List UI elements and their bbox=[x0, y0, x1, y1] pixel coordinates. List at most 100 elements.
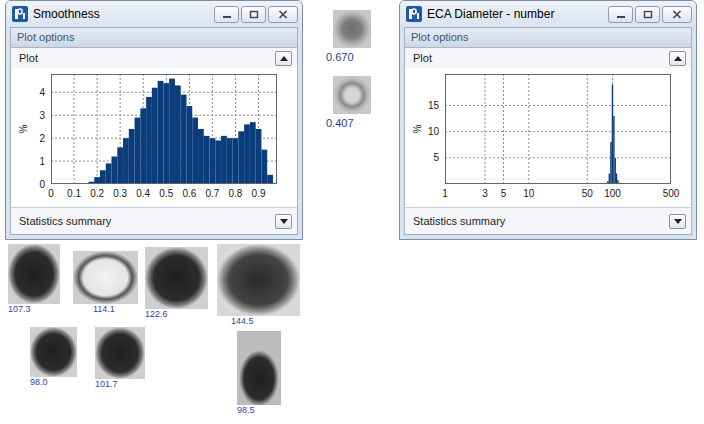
histogram-bar bbox=[129, 129, 135, 184]
grid-line bbox=[612, 74, 613, 184]
maximize-button[interactable] bbox=[635, 6, 660, 23]
thumbnail-value: 0.670 bbox=[326, 50, 373, 64]
x-tick-label: 0.7 bbox=[205, 188, 219, 199]
particle-image[interactable]: 98.5 bbox=[237, 331, 281, 416]
app-logo-icon bbox=[406, 6, 422, 22]
y-tick-label: 1 bbox=[39, 156, 45, 167]
window-controls bbox=[608, 6, 692, 23]
histogram-bar bbox=[192, 118, 198, 184]
histogram-bar bbox=[181, 95, 187, 184]
plot-options-bar[interactable]: Plot options bbox=[11, 28, 297, 48]
logo-ground bbox=[12, 6, 28, 22]
chart-window: SmoothnessPlot optionsPlot0123400.10.20.… bbox=[5, 0, 303, 240]
chart-window: ECA Diameter - number Plot options Plot 5 10… bbox=[399, 0, 697, 240]
close-button[interactable] bbox=[268, 6, 298, 23]
histogram-bar bbox=[210, 138, 216, 184]
histogram-bar bbox=[100, 170, 106, 184]
grid-line bbox=[445, 157, 671, 158]
y-tick-label: 0 bbox=[39, 179, 45, 190]
close-button[interactable] bbox=[662, 6, 692, 23]
particle-thumbnail[interactable] bbox=[333, 76, 371, 114]
histogram-bar bbox=[112, 157, 118, 185]
histogram-bar bbox=[613, 116, 614, 184]
histogram-bar bbox=[186, 106, 192, 184]
x-tick-label: 0.1 bbox=[67, 188, 81, 199]
plot-area bbox=[51, 74, 277, 184]
title-bar[interactable]: ECA Diameter - number bbox=[400, 1, 696, 27]
plot-options-bar[interactable]: Plot options bbox=[405, 28, 691, 48]
histogram-bar bbox=[616, 174, 617, 184]
y-tick-label: 3 bbox=[39, 110, 45, 121]
histogram-bar bbox=[233, 138, 239, 184]
histogram-bar bbox=[117, 147, 123, 184]
histogram-bar bbox=[609, 174, 611, 184]
histogram-bar bbox=[146, 97, 152, 184]
particle-image[interactable]: 98.0 bbox=[30, 327, 77, 388]
close-stroke bbox=[280, 11, 287, 18]
histogram-bar bbox=[152, 88, 158, 184]
gallery-row: 107.3 114.1 122.6144.5 bbox=[5, 244, 303, 327]
right-column: ECA Diameter - number Plot options Plot 5 10… bbox=[399, 0, 697, 240]
particle-thumbnail[interactable] bbox=[333, 10, 371, 48]
y-axis-label: % bbox=[412, 124, 423, 133]
particle-value: 107.3 bbox=[8, 304, 60, 315]
logo-loop bbox=[412, 9, 416, 14]
gallery-row: 98.0 101.7 98.5 bbox=[5, 327, 303, 416]
logo-stem bbox=[23, 13, 25, 19]
particle-image[interactable]: 101.7 bbox=[95, 327, 145, 390]
particle-photo bbox=[73, 251, 138, 304]
desktop: SmoothnessPlot optionsPlot0123400.10.20.… bbox=[0, 0, 704, 416]
logo-ground bbox=[406, 6, 422, 22]
section-label: Statistics summary bbox=[413, 213, 505, 230]
x-tick-label: 0.4 bbox=[136, 188, 150, 199]
plot-area bbox=[445, 74, 671, 184]
plot-options-label: Plot options bbox=[411, 29, 468, 46]
section-toggle-button[interactable] bbox=[669, 214, 686, 229]
particle-value: 98.5 bbox=[237, 405, 281, 416]
section-label: Plot bbox=[19, 50, 38, 67]
particle-image[interactable]: 144.5 bbox=[217, 244, 300, 327]
x-tick-label: 5 bbox=[501, 188, 507, 199]
histogram-bar bbox=[163, 83, 169, 184]
histogram-bar bbox=[244, 124, 250, 184]
particle-value: 114.1 bbox=[73, 304, 138, 315]
plot-border bbox=[446, 75, 671, 184]
grid-line bbox=[445, 105, 671, 106]
section-header[interactable]: Statistics summary bbox=[405, 207, 691, 234]
particle-photo bbox=[217, 244, 300, 316]
histogram-bar bbox=[250, 122, 256, 184]
minimize-bar bbox=[617, 16, 625, 18]
histogram-bar bbox=[158, 81, 164, 184]
minimize-button[interactable] bbox=[214, 6, 239, 23]
section-header[interactable]: Statistics summary bbox=[11, 207, 297, 234]
histogram-chart: 510151351050100500% bbox=[405, 68, 692, 206]
y-tick-label: 2 bbox=[39, 133, 45, 144]
title-bar[interactable]: Smoothness bbox=[6, 1, 302, 27]
x-tick-label: 0 bbox=[48, 188, 54, 199]
maximize-button[interactable] bbox=[241, 6, 266, 23]
particle-photo bbox=[8, 244, 60, 304]
section-toggle-button[interactable] bbox=[275, 214, 292, 229]
section-toggle-button[interactable] bbox=[275, 51, 292, 66]
grid-line bbox=[97, 74, 98, 184]
x-tick-label: 10 bbox=[523, 188, 535, 199]
particle-image[interactable]: 107.3 bbox=[8, 244, 60, 315]
particle-image[interactable]: 122.6 bbox=[145, 247, 208, 320]
maximize-box bbox=[250, 11, 257, 17]
section-header[interactable]: Plot bbox=[11, 48, 297, 68]
histogram-bar bbox=[140, 108, 146, 184]
section-toggle-button[interactable] bbox=[669, 51, 686, 66]
close-stroke bbox=[674, 11, 681, 18]
y-axis-label: % bbox=[18, 124, 29, 133]
minimize-button[interactable] bbox=[608, 6, 633, 23]
maximize-box bbox=[644, 11, 651, 17]
particle-image[interactable]: 114.1 bbox=[73, 251, 138, 315]
histogram-bar bbox=[94, 177, 100, 184]
particle-value: 98.0 bbox=[30, 377, 77, 388]
histogram-bar bbox=[169, 79, 175, 184]
section-header[interactable]: Plot bbox=[405, 48, 691, 68]
histogram-bar bbox=[610, 142, 612, 184]
x-tick-label: 500 bbox=[663, 188, 680, 199]
x-tick-label: 0.6 bbox=[182, 188, 196, 199]
grid-line bbox=[445, 131, 671, 132]
